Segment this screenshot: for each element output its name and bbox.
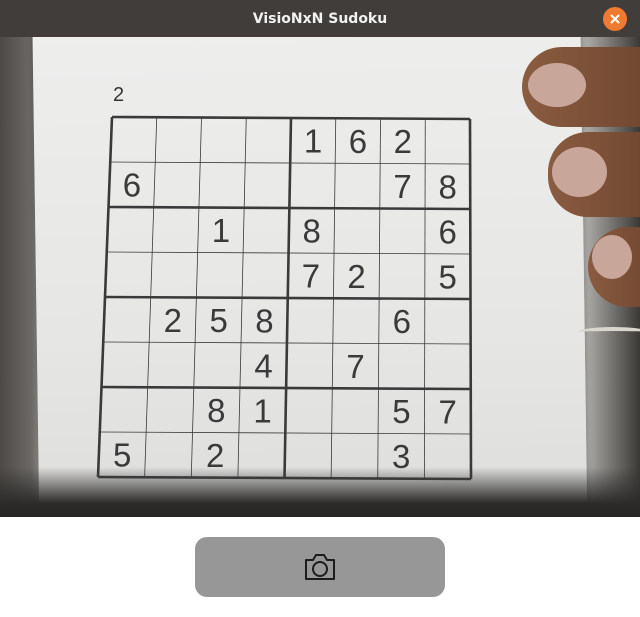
grid-digit: 5 (438, 258, 456, 295)
grid-digit: 8 (438, 168, 456, 205)
grid-digit: 4 (254, 347, 272, 384)
grid-digit: 7 (346, 348, 364, 385)
grid-digit: 2 (164, 302, 182, 339)
grid-digit: 7 (302, 258, 320, 295)
grid-digit: 8 (255, 302, 273, 339)
capture-button[interactable] (195, 537, 445, 597)
window-title: VisioNxN Sudoku (252, 10, 388, 27)
grid-digit: 2 (206, 437, 224, 474)
grid-line-horizontal (108, 205, 471, 211)
grid-digit: 8 (207, 392, 225, 429)
grid-digit: 5 (392, 393, 410, 430)
grid-digit: 6 (349, 123, 367, 160)
grid-digit: 2 (347, 258, 365, 295)
grid-line-horizontal (104, 295, 471, 301)
camera-feed: 2 1626781867252586478157523 (0, 37, 640, 517)
grid-digit: 6 (438, 213, 456, 250)
title-bar: VisioNxN Sudoku (0, 0, 640, 37)
grid-line-horizontal (97, 475, 472, 481)
grid-digit: 1 (304, 123, 322, 160)
camera-icon (305, 554, 335, 580)
grid-digit: 8 (302, 213, 320, 250)
grid-line-horizontal (111, 115, 471, 121)
grid-digit: 7 (393, 168, 411, 205)
close-button[interactable] (603, 7, 627, 31)
grid-digit: 6 (123, 167, 141, 204)
grid-digit: 3 (392, 438, 410, 475)
grid-digit: 7 (438, 393, 456, 430)
bottom-panel (0, 517, 640, 617)
grid-line-horizontal (101, 385, 471, 391)
grid-digit: 2 (394, 123, 412, 160)
grid-digit: 6 (393, 303, 411, 340)
grid-digit: 1 (253, 392, 271, 429)
sudoku-grid: 1 6 26 7 81 8 67 2 52 5 8 64 78 1 5 75 2 3 (96, 115, 473, 481)
grid-digit: 1 (212, 212, 230, 249)
close-icon (610, 14, 620, 24)
grid-digit: 5 (209, 302, 227, 339)
grid-digit: 5 (113, 437, 131, 474)
